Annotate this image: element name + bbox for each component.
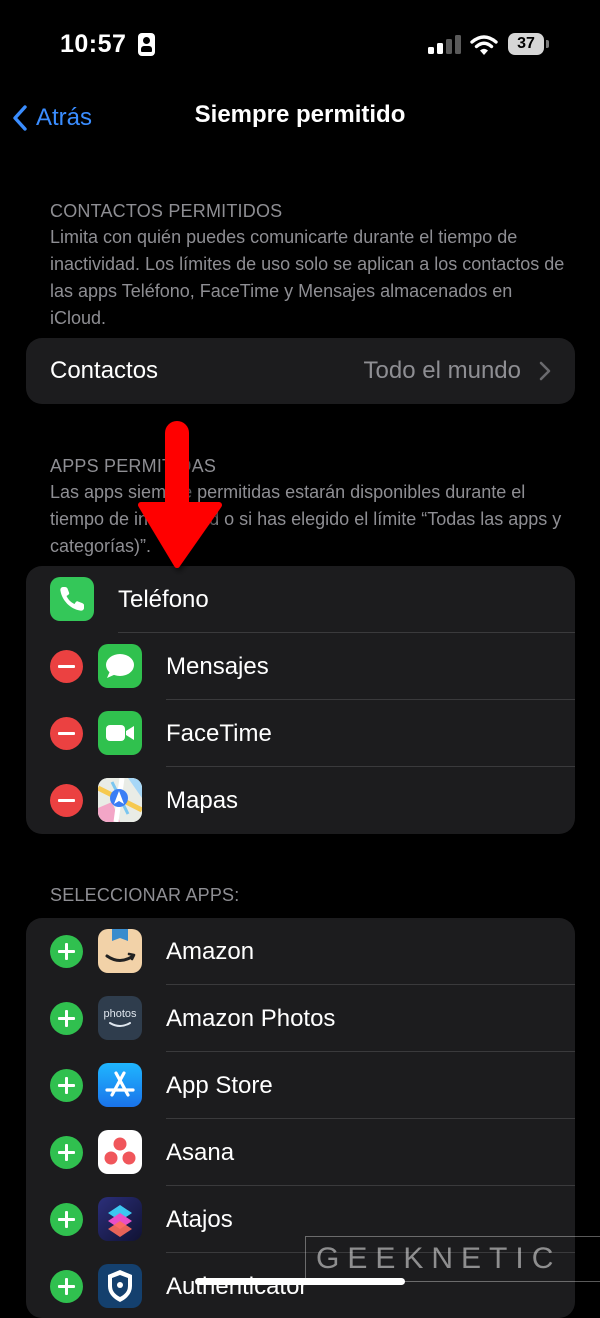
cellular-signal-icon	[428, 34, 462, 54]
app-store-icon	[98, 1063, 142, 1107]
list-item-facetime: FaceTime	[26, 700, 575, 767]
list-item-mensajes: Mensajes	[26, 633, 575, 700]
app-label: Asana	[166, 1139, 235, 1166]
watermark: GEEKNETIC	[305, 1236, 600, 1282]
add-button[interactable]	[50, 1203, 83, 1236]
contacts-value: Todo el mundo	[363, 357, 521, 384]
list-item-app-store: App Store	[26, 1052, 575, 1119]
contact-card-icon	[138, 33, 155, 56]
status-time: 10:57	[60, 30, 127, 58]
amazon-icon	[98, 929, 142, 973]
select-apps-section-header: SELECCIONAR APPS:	[50, 885, 240, 905]
authenticator-icon	[98, 1264, 142, 1308]
remove-button[interactable]	[50, 650, 83, 683]
contacts-row[interactable]: Contactos Todo el mundo	[26, 338, 575, 404]
red-arrow-annotation	[138, 421, 222, 568]
list-item-amazon-photos: photos Amazon Photos	[26, 985, 575, 1052]
amazon-photos-icon: photos	[98, 996, 142, 1040]
remove-button[interactable]	[50, 784, 83, 817]
contacts-section-header: CONTACTOS PERMITIDOS	[50, 201, 283, 221]
maps-icon	[98, 778, 142, 822]
add-button[interactable]	[50, 1069, 83, 1102]
app-label: App Store	[166, 1072, 273, 1099]
app-label: Amazon Photos	[166, 1005, 336, 1032]
home-indicator[interactable]	[195, 1278, 405, 1285]
amazon-photos-icon-text: photos	[103, 1008, 137, 1020]
wifi-icon	[470, 35, 498, 55]
allowed-apps-card: Teléfono Mensajes FaceTime Mapas	[26, 566, 575, 834]
add-button[interactable]	[50, 1002, 83, 1035]
battery-icon: 37	[508, 33, 544, 55]
app-label: Mapas	[166, 787, 239, 814]
battery-tip	[546, 40, 549, 48]
contacts-card: Contactos Todo el mundo	[26, 338, 575, 404]
status-bar: 10:57 37	[0, 0, 600, 90]
shortcuts-icon	[98, 1197, 142, 1241]
facetime-icon	[98, 711, 142, 755]
chevron-right-icon	[539, 361, 551, 381]
list-item-mapas: Mapas	[26, 767, 575, 834]
list-item-telefono: Teléfono	[26, 566, 575, 633]
app-label: FaceTime	[166, 720, 272, 747]
allowed-apps-section-description: Las apps siempre permitidas estarán disp…	[50, 482, 562, 556]
app-label: Mensajes	[166, 653, 269, 680]
app-label: Amazon	[166, 938, 255, 965]
asana-icon	[98, 1130, 142, 1174]
navigation-bar: Atrás Siempre permitido	[0, 95, 600, 140]
contacts-label: Contactos	[50, 357, 159, 384]
add-button[interactable]	[50, 1136, 83, 1169]
messages-icon	[98, 644, 142, 688]
add-button[interactable]	[50, 935, 83, 968]
remove-button[interactable]	[50, 717, 83, 750]
page-title: Siempre permitido	[194, 101, 406, 128]
list-item-asana: Asana	[26, 1119, 575, 1186]
add-button[interactable]	[50, 1270, 83, 1303]
allowed-apps-section-header: APPS PERMITIDAS	[50, 456, 217, 476]
list-item-amazon: Amazon	[26, 918, 575, 985]
app-label: Atajos	[166, 1206, 233, 1233]
contacts-section-description: Limita con quién puedes comunicarte dura…	[50, 227, 565, 328]
app-label: Teléfono	[118, 586, 209, 613]
app-label: Authenticator	[166, 1273, 308, 1300]
phone-icon	[50, 577, 94, 621]
